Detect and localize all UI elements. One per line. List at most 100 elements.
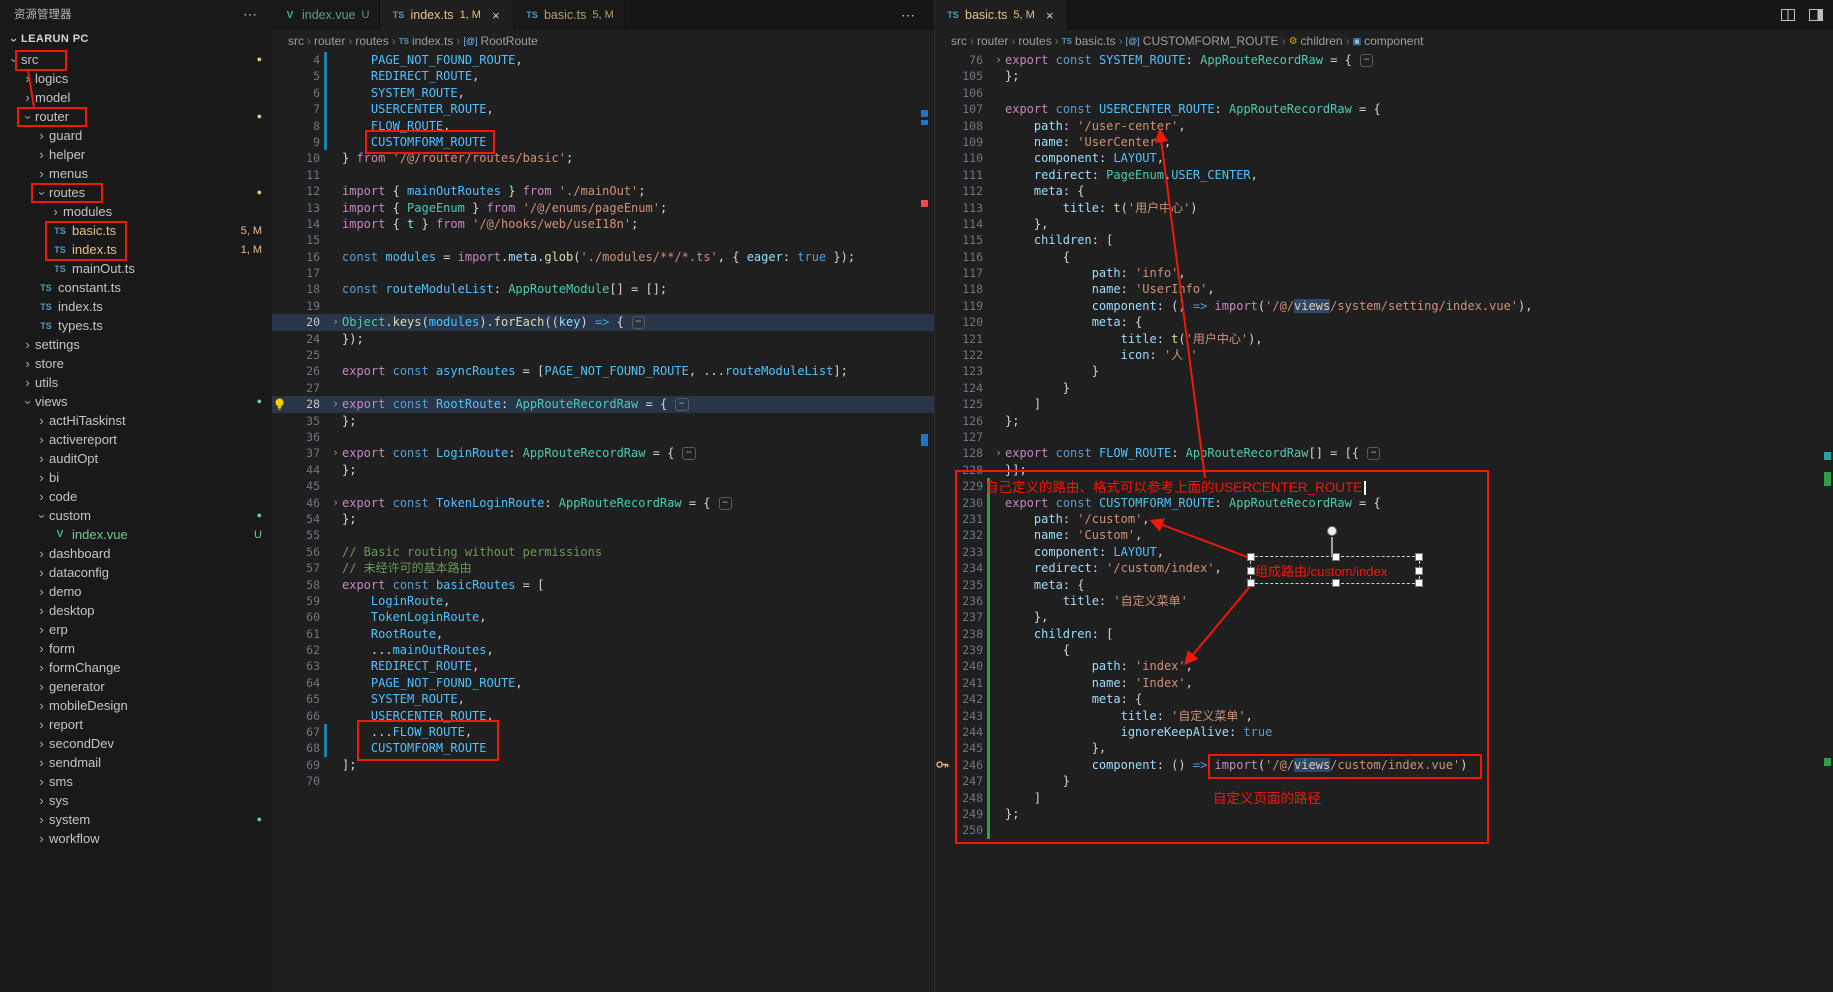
breadcrumb-item-src[interactable]: src xyxy=(288,34,304,48)
tree-folder-store[interactable]: ›store xyxy=(0,354,272,373)
code-line-70[interactable]: 70 xyxy=(272,773,934,789)
breadcrumb-item-RootRoute[interactable]: [@]RootRoute xyxy=(463,34,538,48)
code-line-239[interactable]: 239 { xyxy=(935,642,1833,658)
tab-index.vue[interactable]: Vindex.vueU xyxy=(272,0,380,30)
code-line-229[interactable]: 229 xyxy=(935,478,1833,494)
breadcrumb-item-CUSTOMFORM_ROUTE[interactable]: [@]CUSTOMFORM_ROUTE xyxy=(1126,34,1279,48)
code-line-249[interactable]: 249}; xyxy=(935,806,1833,822)
tree-folder-desktop[interactable]: ›desktop xyxy=(0,601,272,620)
code-line-5[interactable]: 5 REDIRECT_ROUTE, xyxy=(272,68,934,84)
code-line-10[interactable]: 10} from '/@/router/routes/basic'; xyxy=(272,150,934,166)
tree-folder-sys[interactable]: ›sys xyxy=(0,791,272,810)
code-line-44[interactable]: 44}; xyxy=(272,462,934,478)
code-line-250[interactable]: 250 xyxy=(935,822,1833,838)
close-icon[interactable]: × xyxy=(489,8,503,23)
breadcrumb-item-src[interactable]: src xyxy=(951,34,967,48)
code-line-117[interactable]: 117 path: 'info', xyxy=(935,265,1833,281)
code-editor-basic-ts[interactable]: 76›export const SYSTEM_ROUTE: AppRouteRe… xyxy=(935,52,1833,992)
fold-chevron-icon[interactable]: › xyxy=(329,396,342,412)
code-line-17[interactable]: 17 xyxy=(272,265,934,281)
tree-file-types.ts[interactable]: TStypes.ts xyxy=(0,316,272,335)
code-line-112[interactable]: 112 meta: { xyxy=(935,183,1833,199)
fold-chevron-icon[interactable]: › xyxy=(329,495,342,511)
code-line-16[interactable]: 16const modules = import.meta.glob('./mo… xyxy=(272,249,934,265)
code-line-247[interactable]: 247 } xyxy=(935,773,1833,789)
code-line-121[interactable]: 121 title: t('用户中心'), xyxy=(935,331,1833,347)
tree-folder-bi[interactable]: ›bi xyxy=(0,468,272,487)
code-line-46[interactable]: 46›export const TokenLoginRoute: AppRout… xyxy=(272,495,934,511)
code-line-60[interactable]: 60 TokenLoginRoute, xyxy=(272,609,934,625)
code-line-55[interactable]: 55 xyxy=(272,527,934,543)
code-line-106[interactable]: 106 xyxy=(935,85,1833,101)
code-line-54[interactable]: 54}; xyxy=(272,511,934,527)
code-line-56[interactable]: 56// Basic routing without permissions xyxy=(272,544,934,560)
breadcrumb-item-basic.ts[interactable]: TSbasic.ts xyxy=(1062,34,1116,48)
code-line-110[interactable]: 110 component: LAYOUT, xyxy=(935,150,1833,166)
code-line-36[interactable]: 36 xyxy=(272,429,934,445)
code-line-245[interactable]: 245 }, xyxy=(935,740,1833,756)
code-line-14[interactable]: 14import { t } from '/@/hooks/web/useI18… xyxy=(272,216,934,232)
code-line-26[interactable]: 26export const asyncRoutes = [PAGE_NOT_F… xyxy=(272,363,934,379)
breadcrumb-item-routes[interactable]: routes xyxy=(1018,34,1051,48)
tree-folder-workflow[interactable]: ›workflow xyxy=(0,829,272,848)
code-line-128[interactable]: 128›export const FLOW_ROUTE: AppRouteRec… xyxy=(935,445,1833,461)
fold-chevron-icon[interactable]: › xyxy=(329,445,342,461)
code-line-8[interactable]: 8 FLOW_ROUTE, xyxy=(272,118,934,134)
tree-folder-src[interactable]: ›src● xyxy=(0,50,272,69)
tree-folder-custom[interactable]: ›custom● xyxy=(0,506,272,525)
code-line-122[interactable]: 122 icon: '人 ' xyxy=(935,347,1833,363)
tree-folder-dashboard[interactable]: ›dashboard xyxy=(0,544,272,563)
tree-folder-report[interactable]: ›report xyxy=(0,715,272,734)
code-line-63[interactable]: 63 REDIRECT_ROUTE, xyxy=(272,658,934,674)
tree-folder-logics[interactable]: ›logics xyxy=(0,69,272,88)
code-line-237[interactable]: 237 }, xyxy=(935,609,1833,625)
editor-layout-icon[interactable] xyxy=(1808,7,1824,28)
folded-code-badge[interactable]: ⋯ xyxy=(675,398,688,411)
folded-code-badge[interactable]: ⋯ xyxy=(719,497,732,510)
code-line-67[interactable]: 67 ...FLOW_ROUTE, xyxy=(272,724,934,740)
tree-folder-system[interactable]: ›system● xyxy=(0,810,272,829)
code-line-6[interactable]: 6 SYSTEM_ROUTE, xyxy=(272,85,934,101)
tree-file-index.ts[interactable]: TSindex.ts xyxy=(0,297,272,316)
tree-folder-secondDev[interactable]: ›secondDev xyxy=(0,734,272,753)
tree-folder-formChange[interactable]: ›formChange xyxy=(0,658,272,677)
fold-chevron-icon[interactable]: › xyxy=(329,314,342,330)
code-line-20[interactable]: 20›Object.keys(modules).forEach((key) =>… xyxy=(272,314,934,330)
code-line-236[interactable]: 236 title: '自定义菜单' xyxy=(935,593,1833,609)
code-line-68[interactable]: 68 CUSTOMFORM_ROUTE xyxy=(272,740,934,756)
code-line-25[interactable]: 25 xyxy=(272,347,934,363)
tab-basic.ts[interactable]: TSbasic.ts5, M× xyxy=(935,0,1068,30)
code-line-7[interactable]: 7 USERCENTER_ROUTE, xyxy=(272,101,934,117)
code-line-66[interactable]: 66 USERCENTER_ROUTE, xyxy=(272,708,934,724)
code-line-238[interactable]: 238 children: [ xyxy=(935,626,1833,642)
code-line-244[interactable]: 244 ignoreKeepAlive: true xyxy=(935,724,1833,740)
code-line-108[interactable]: 108 path: '/user-center', xyxy=(935,118,1833,134)
code-line-233[interactable]: 233 component: LAYOUT, xyxy=(935,544,1833,560)
breadcrumb-item-children[interactable]: ⚙children xyxy=(1289,34,1343,48)
code-line-12[interactable]: 12import { mainOutRoutes } from './mainO… xyxy=(272,183,934,199)
code-line-58[interactable]: 58export const basicRoutes = [ xyxy=(272,577,934,593)
tree-file-index.ts[interactable]: TSindex.ts1, M xyxy=(0,240,272,259)
tree-file-index.vue[interactable]: Vindex.vueU xyxy=(0,525,272,544)
breadcrumb-item-router[interactable]: router xyxy=(314,34,345,48)
code-line-13[interactable]: 13import { PageEnum } from '/@/enums/pag… xyxy=(272,200,934,216)
code-line-18[interactable]: 18const routeModuleList: AppRouteModule[… xyxy=(272,281,934,297)
tree-folder-erp[interactable]: ›erp xyxy=(0,620,272,639)
code-line-228[interactable]: 228}]; xyxy=(935,462,1833,478)
code-line-37[interactable]: 37›export const LoginRoute: AppRouteReco… xyxy=(272,445,934,461)
code-line-61[interactable]: 61 RootRoute, xyxy=(272,626,934,642)
code-line-62[interactable]: 62 ...mainOutRoutes, xyxy=(272,642,934,658)
code-line-57[interactable]: 57// 未经许可的基本路由 xyxy=(272,560,934,576)
code-line-230[interactable]: 230export const CUSTOMFORM_ROUTE: AppRou… xyxy=(935,495,1833,511)
code-line-64[interactable]: 64 PAGE_NOT_FOUND_ROUTE, xyxy=(272,675,934,691)
breadcrumb-item-component[interactable]: ▣component xyxy=(1353,34,1424,48)
tab-index.ts[interactable]: TSindex.ts1, M× xyxy=(380,0,514,30)
code-line-235[interactable]: 235 meta: { xyxy=(935,577,1833,593)
code-line-15[interactable]: 15 xyxy=(272,232,934,248)
folded-code-badge[interactable]: ⋯ xyxy=(1360,54,1373,67)
explorer-root-folder[interactable]: › LEARUN PC xyxy=(0,28,272,50)
tree-folder-mobileDesign[interactable]: ›mobileDesign xyxy=(0,696,272,715)
tree-folder-activereport[interactable]: ›activereport xyxy=(0,430,272,449)
breadcrumb-item-router[interactable]: router xyxy=(977,34,1008,48)
fold-chevron-icon[interactable]: › xyxy=(992,445,1005,461)
